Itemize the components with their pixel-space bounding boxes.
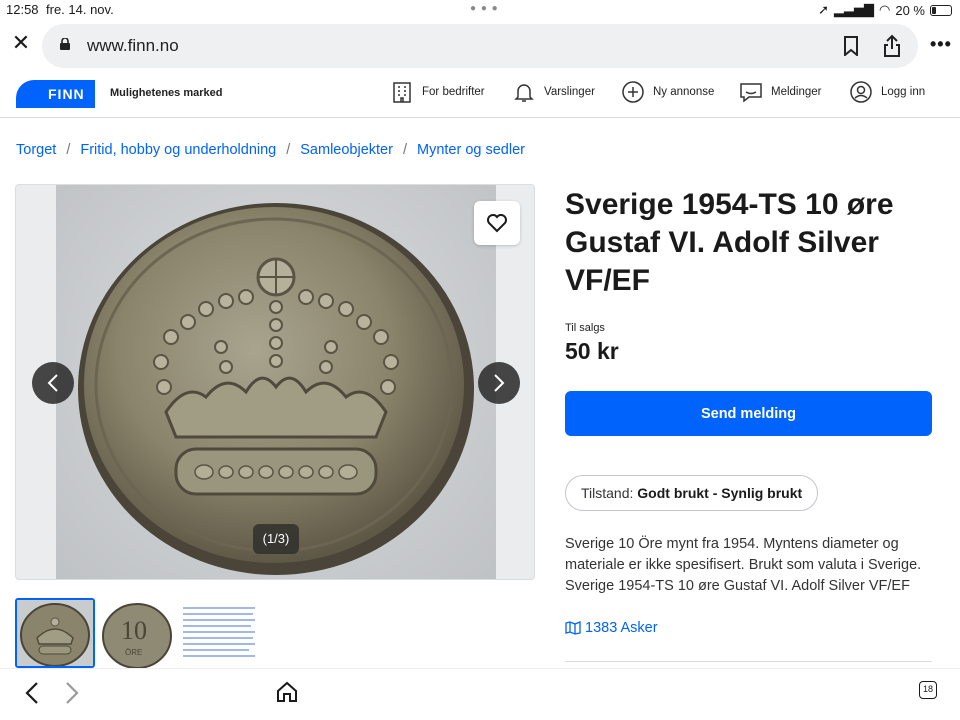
price: 50 kr [565,338,619,364]
lock-icon [60,38,70,50]
browser-bottom-bar: 18 [0,668,960,720]
logo-shape [16,80,42,108]
tagline: Mulighetenes marked [110,87,223,99]
nav-label: Logg inn [881,86,926,98]
breadcrumb-item[interactable]: Fritid, hobby og underholdning [80,142,276,158]
condition-label: Tilstand: [581,485,634,501]
bookmark-icon[interactable] [842,36,860,56]
breadcrumb-item[interactable]: Samleobjekter [300,142,393,158]
breadcrumb-separator: / [286,142,291,158]
favorite-button[interactable] [474,201,520,245]
status-bar: 12:58 fre. 14. nov. ● ● ● ➚ ▂▃▅▇ ◠ 20 % [0,0,960,20]
location-link[interactable]: 1383 Asker [565,620,658,636]
signal-icon: ▂▃▅▇ [834,2,875,17]
address-bar[interactable]: www.finn.no [42,24,918,68]
map-icon [565,621,581,635]
thumbnail-coin-subtext: ÖRE [125,648,143,657]
forward-icon[interactable] [64,681,80,705]
nav-label: Ny annonse [653,86,715,98]
multitask-dots-icon[interactable]: ● ● ● [470,3,499,14]
condition-value: Godt brukt - Synlig brukt [637,485,803,501]
site-header: FINN Mulighetenes marked For bedrifter V… [0,70,960,118]
battery-percent: 20 % [895,2,925,18]
image-counter: (1/3) [253,524,299,554]
thumbnail-strip: 10 ÖRE [15,598,535,668]
nav-ny-annonse[interactable]: Ny annonse [621,80,714,104]
listing-title: Sverige 1954-TS 10 øre Gustaf VI. Adolf … [565,188,894,297]
divider [565,661,932,662]
bell-icon [514,84,534,102]
url-text: www.finn.no [87,36,179,55]
breadcrumb-separator: / [66,142,71,158]
more-options-icon[interactable]: ••• [930,34,952,55]
nav-meldinger[interactable]: Meldinger [739,80,822,104]
user-icon [850,81,872,103]
chevron-left-icon [47,374,58,392]
breadcrumb-separator: / [402,142,407,158]
status-time: 12:58 [6,2,39,17]
coin-photo [78,203,474,575]
condition-badge: Tilstand: Godt brukt - Synlig brukt [565,475,819,511]
chevron-right-icon [494,374,505,392]
tabs-button[interactable]: 18 [919,681,937,699]
previous-image-button[interactable] [32,362,74,404]
next-image-button[interactable] [478,362,520,404]
nav-label: Meldinger [771,86,822,98]
status-right: ➚ ▂▃▅▇ ◠ 20 % [818,2,952,18]
thumbnail-3[interactable] [183,598,263,668]
wifi-icon: ◠ [879,2,891,17]
home-icon[interactable] [276,681,298,703]
building-icon [393,82,411,103]
logo-text: FINN [42,80,95,108]
nav-for-bedrifter[interactable]: For bedrifter [390,80,485,104]
browser-toolbar: ✕ www.finn.no ••• [0,22,960,68]
plus-circle-icon [622,81,644,103]
breadcrumb-item[interactable]: Torget [16,142,56,158]
breadcrumb-item[interactable]: Mynter og sedler [417,142,525,158]
thumbnail-document [183,598,263,668]
breadcrumb: Torget / Fritid, hobby og underholdning … [16,142,525,158]
location-text: 1383 Asker [585,620,658,636]
thumbnail-coin-crown [17,600,93,666]
thumbnail-2[interactable]: 10 ÖRE [101,598,181,668]
listing-description: Sverige 10 Öre mynt fra 1954. Myntens di… [565,536,922,594]
chat-icon [740,83,762,103]
nav-logg-inn[interactable]: Logg inn [849,80,925,104]
thumbnail-coin-text: 10 [121,616,147,645]
nav-label: For bedrifter [422,86,485,98]
battery-icon [930,4,952,16]
heart-icon [487,214,507,233]
status-date: fre. 14. nov. [46,2,114,17]
location-arrow-icon: ➚ [818,2,830,17]
close-icon[interactable]: ✕ [10,32,32,54]
finn-logo[interactable]: FINN [16,80,95,108]
back-icon[interactable] [24,681,40,705]
image-gallery[interactable]: (1/3) [15,184,535,580]
send-message-button[interactable]: Send melding [565,391,932,436]
share-icon[interactable] [882,34,902,58]
price-label: Til salgs [565,322,605,334]
nav-varslinger[interactable]: Varslinger [512,80,595,104]
thumbnail-1[interactable] [15,598,95,668]
nav-label: Varslinger [544,86,595,98]
